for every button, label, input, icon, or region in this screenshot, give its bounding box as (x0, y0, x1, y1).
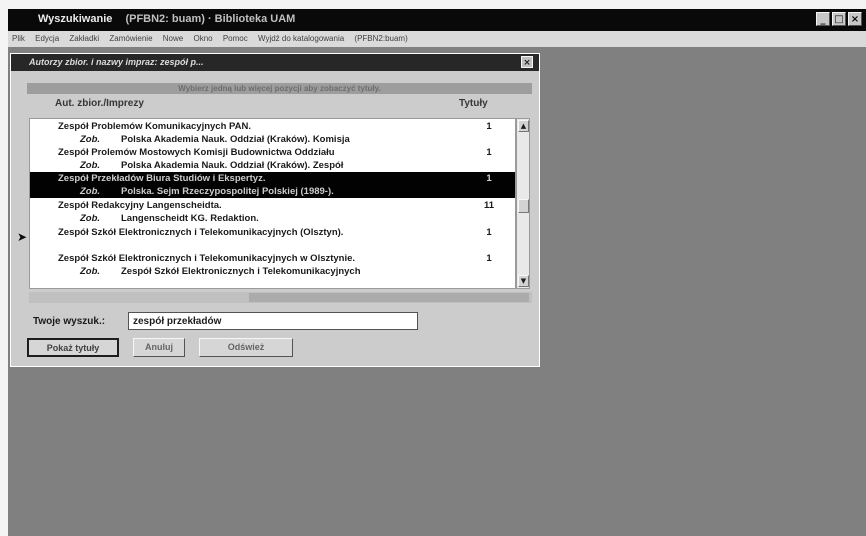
cancel-button[interactable]: Anuluj (133, 338, 185, 357)
menu-item-new[interactable]: Nowe (163, 34, 183, 43)
window-controls: _ □ × (816, 12, 862, 26)
menu-item-bookmarks[interactable]: Zakładki (69, 34, 99, 43)
close-icon[interactable]: × (848, 12, 862, 26)
list-item-see-also[interactable]: Zob. Polska Akademia Nauk. Oddział (Krak… (30, 133, 515, 146)
app-title: Wyszukiwanie (38, 13, 113, 25)
dialog-hint: Wybierz jedną lub więcej pozycji aby zob… (27, 83, 532, 94)
list-item-see-also[interactable]: Zob. Polska Akademia Nauk. Oddział (Krak… (30, 159, 515, 172)
app-subtitle: (PFBN2: buam) · Biblioteka UAM (125, 13, 296, 25)
menu-item-file[interactable]: Plik (12, 34, 25, 43)
menu-item-order[interactable]: Zamówienie (109, 34, 152, 43)
search-input[interactable]: zespół przekładów (128, 312, 418, 330)
maximize-icon[interactable]: □ (832, 12, 846, 26)
column-header-titles: Tytuły (459, 98, 488, 109)
menu-item-session: (PFBN2:buam) (354, 34, 408, 43)
menu-item-help[interactable]: Pomoc (223, 34, 248, 43)
minimize-icon[interactable]: _ (816, 12, 830, 26)
list-item-selected[interactable]: Zespół Przekładów Biura Studiów i Eksper… (30, 172, 515, 185)
list-item-see-also[interactable]: Zob. Langenscheidt KG. Redaktion. (30, 212, 515, 225)
dialog-title[interactable]: Autorzy zbior. i nazwy impraz: zespół p.… (11, 54, 539, 71)
menu-item-window[interactable]: Okno (193, 34, 212, 43)
list-item[interactable]: Zespół Szkół Elektronicznych i Telekomun… (30, 226, 515, 239)
search-label: Twoje wyszuk.: (33, 316, 106, 327)
scroll-thumb[interactable] (518, 199, 529, 213)
menu-item-cataloging[interactable]: Wyjdź do katalogowania (258, 34, 344, 43)
refresh-button[interactable]: Odśwież (199, 338, 293, 357)
desktop-top-edge (0, 0, 866, 9)
authors-list[interactable]: Zespół Problemów Komunikacyjnych PAN. 1 … (29, 118, 516, 289)
list-item[interactable]: Zespół Prolemów Mostowych Komisji Budown… (30, 146, 515, 159)
list-item[interactable]: Zespół Redakcyjny Langenscheidta. 11 (30, 199, 515, 212)
close-icon[interactable]: × (521, 56, 533, 68)
menu-bar: Plik Edycja Zakładki Zamówienie Nowe Okn… (8, 31, 866, 47)
list-item[interactable]: Zespół Problemów Komunikacyjnych PAN. 1 (30, 120, 515, 133)
list-item-see-also[interactable]: Zob. Zespół Szkół Elektronicznych i Tele… (30, 265, 515, 278)
list-vertical-scrollbar[interactable]: ▲ ▼ (516, 118, 530, 289)
column-header-author: Aut. zbior./Imprezy (55, 98, 144, 109)
hscroll-thumb[interactable] (249, 293, 529, 302)
scroll-down-icon[interactable]: ▼ (518, 275, 529, 287)
pointer-arrow-icon: ➤ (17, 230, 28, 244)
list-horizontal-scrollbar[interactable] (29, 292, 532, 303)
list-item[interactable]: Zespół Szkół Elektronicznych i Telekomun… (30, 252, 515, 265)
scroll-up-icon[interactable]: ▲ (518, 120, 529, 132)
list-item-see-also-selected[interactable]: Zob. Polska. Sejm Rzeczypospolitej Polsk… (30, 185, 515, 198)
desktop-left-edge (0, 0, 8, 536)
show-titles-button[interactable]: Pokaż tytuły (27, 338, 119, 357)
authors-dialog: Autorzy zbior. i nazwy impraz: zespół p.… (10, 53, 540, 367)
app-title-bar[interactable]: Wyszukiwanie (PFBN2: buam) · Biblioteka … (8, 9, 866, 31)
menu-item-edit[interactable]: Edycja (35, 34, 59, 43)
